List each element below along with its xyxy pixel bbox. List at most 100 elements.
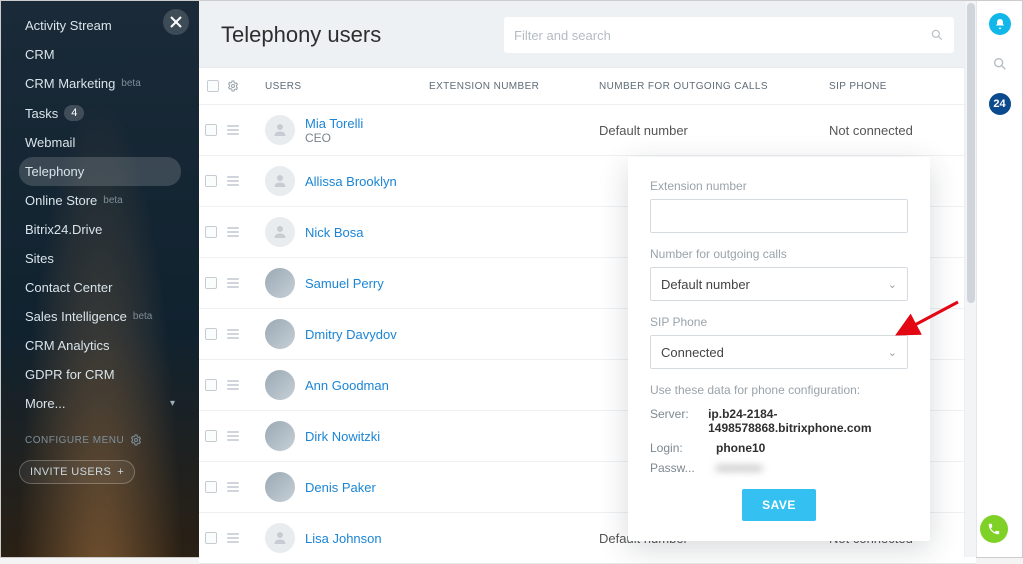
server-value: ip.b24-2184-1498578868.bitrixphone.com [708,407,908,435]
sidebar-item[interactable]: CRM Analytics [19,331,181,360]
login-label: Login: [650,441,706,455]
row-checkbox[interactable] [205,277,217,289]
sidebar-item[interactable]: GDPR for CRM [19,360,181,389]
row-checkbox[interactable] [205,532,217,544]
drag-handle-icon[interactable] [227,125,239,135]
user-name-link[interactable]: Samuel Perry [305,276,384,291]
gear-icon [130,434,142,446]
row-checkbox[interactable] [205,430,217,442]
sidebar-item[interactable]: CRM [19,40,181,69]
configure-menu-label: CONFIGURE MENU [25,435,124,446]
sip-selected: Connected [661,345,724,360]
drag-handle-icon[interactable] [227,431,239,441]
sidebar-item[interactable]: Tasks 4 [19,98,181,128]
avatar [265,115,295,145]
server-label: Server: [650,407,698,435]
sidebar-item[interactable]: CRM Marketingbeta [19,69,181,98]
user-name-link[interactable]: Allissa Brooklyn [305,174,397,189]
col-header-users[interactable]: USERS [249,81,429,92]
row-checkbox[interactable] [205,379,217,391]
sidebar-item[interactable]: Sales Intelligencebeta [19,302,181,331]
drag-handle-icon[interactable] [227,176,239,186]
beta-badge: beta [103,195,122,206]
save-button[interactable]: SAVE [742,489,816,521]
sidebar-item[interactable]: Contact Center [19,273,181,302]
outgoing-selected: Default number [661,277,750,292]
col-header-outgoing[interactable]: NUMBER FOR OUTGOING CALLS [599,81,829,92]
bitrix24-badge[interactable]: 24 [989,93,1011,115]
sip-select[interactable]: Connected ⌄ [650,335,908,369]
user-name-link[interactable]: Mia Torelli [305,116,363,131]
user-name-link[interactable]: Ann Goodman [305,378,389,393]
drag-handle-icon[interactable] [227,380,239,390]
search-input[interactable] [514,28,930,43]
sidebar-item-label: CRM Analytics [25,338,110,353]
row-checkbox[interactable] [205,175,217,187]
row-checkbox[interactable] [205,481,217,493]
sidebar-item-label: Contact Center [25,280,112,295]
invite-users-button[interactable]: INVITE USERS + [19,460,135,484]
search-icon[interactable] [989,53,1011,75]
search-field[interactable] [504,17,954,53]
avatar [265,217,295,247]
sidebar-item[interactable]: Sites [19,244,181,273]
notification-bell-icon[interactable] [989,13,1011,35]
chevron-down-icon: ▾ [170,398,175,409]
sidebar-item-label: Online Store [25,193,97,208]
login-value: phone10 [716,441,765,455]
sidebar-item[interactable]: Online Store beta [19,186,181,215]
sip-label: SIP Phone [650,315,908,329]
sidebar-item-label: Tasks [25,106,58,121]
drag-handle-icon[interactable] [227,482,239,492]
plus-icon: + [117,466,124,478]
sidebar-item[interactable]: More... ▾ [19,389,181,418]
password-value: ••••••••••• [716,461,762,475]
ext-label: Extension number [650,179,908,193]
password-label: Passw... [650,461,706,475]
avatar [265,319,295,349]
avatar [265,472,295,502]
user-name-link[interactable]: Nick Bosa [305,225,364,240]
sidebar-item-label: Telephony [25,164,84,179]
cell-sip: Not connected [829,123,976,138]
avatar [265,268,295,298]
sidebar-item-label: GDPR for CRM [25,367,115,382]
row-checkbox[interactable] [205,328,217,340]
col-header-extension[interactable]: EXTENSION NUMBER [429,81,599,92]
user-name-link[interactable]: Dmitry Davydov [305,327,397,342]
sidebar-item[interactable]: Activity Stream [19,11,181,40]
sidebar-item[interactable]: Telephony [19,157,181,186]
select-all-checkbox[interactable] [207,80,219,92]
row-checkbox[interactable] [205,124,217,136]
right-rail: 24 [976,1,1022,557]
user-name-link[interactable]: Dirk Nowitzki [305,429,380,444]
drag-handle-icon[interactable] [227,329,239,339]
configure-menu[interactable]: CONFIGURE MENU [19,428,181,452]
table-row[interactable]: Mia TorelliCEODefault numberNot connecte… [199,104,976,155]
sidebar-item[interactable]: Webmail [19,128,181,157]
row-checkbox[interactable] [205,226,217,238]
extension-input[interactable] [650,199,908,233]
close-icon[interactable] [163,9,189,35]
drag-handle-icon[interactable] [227,227,239,237]
left-sidebar: Activity StreamCRMCRM MarketingbetaTasks… [1,1,199,557]
sidebar-item-label: Activity Stream [25,18,112,33]
scrollbar[interactable] [964,1,976,557]
drag-handle-icon[interactable] [227,278,239,288]
count-badge: 4 [64,105,84,121]
sidebar-item[interactable]: Bitrix24.Drive [19,215,181,244]
user-settings-popup: Extension number Number for outgoing cal… [628,157,930,541]
drag-handle-icon[interactable] [227,533,239,543]
outgoing-select[interactable]: Default number ⌄ [650,267,908,301]
col-header-sip[interactable]: SIP PHONE [829,81,976,92]
sidebar-item-label: Sales Intelligence [25,309,127,324]
sidebar-item-label: CRM [25,47,55,62]
sidebar-item-label: More... [25,396,65,411]
table-header-row: USERS EXTENSION NUMBER NUMBER FOR OUTGOI… [199,68,976,104]
gear-icon[interactable] [227,80,239,92]
user-name-link[interactable]: Denis Paker [305,480,376,495]
avatar [265,421,295,451]
phone-fab-icon[interactable] [980,515,1008,543]
chevron-down-icon: ⌄ [888,346,897,359]
user-name-link[interactable]: Lisa Johnson [305,531,382,546]
